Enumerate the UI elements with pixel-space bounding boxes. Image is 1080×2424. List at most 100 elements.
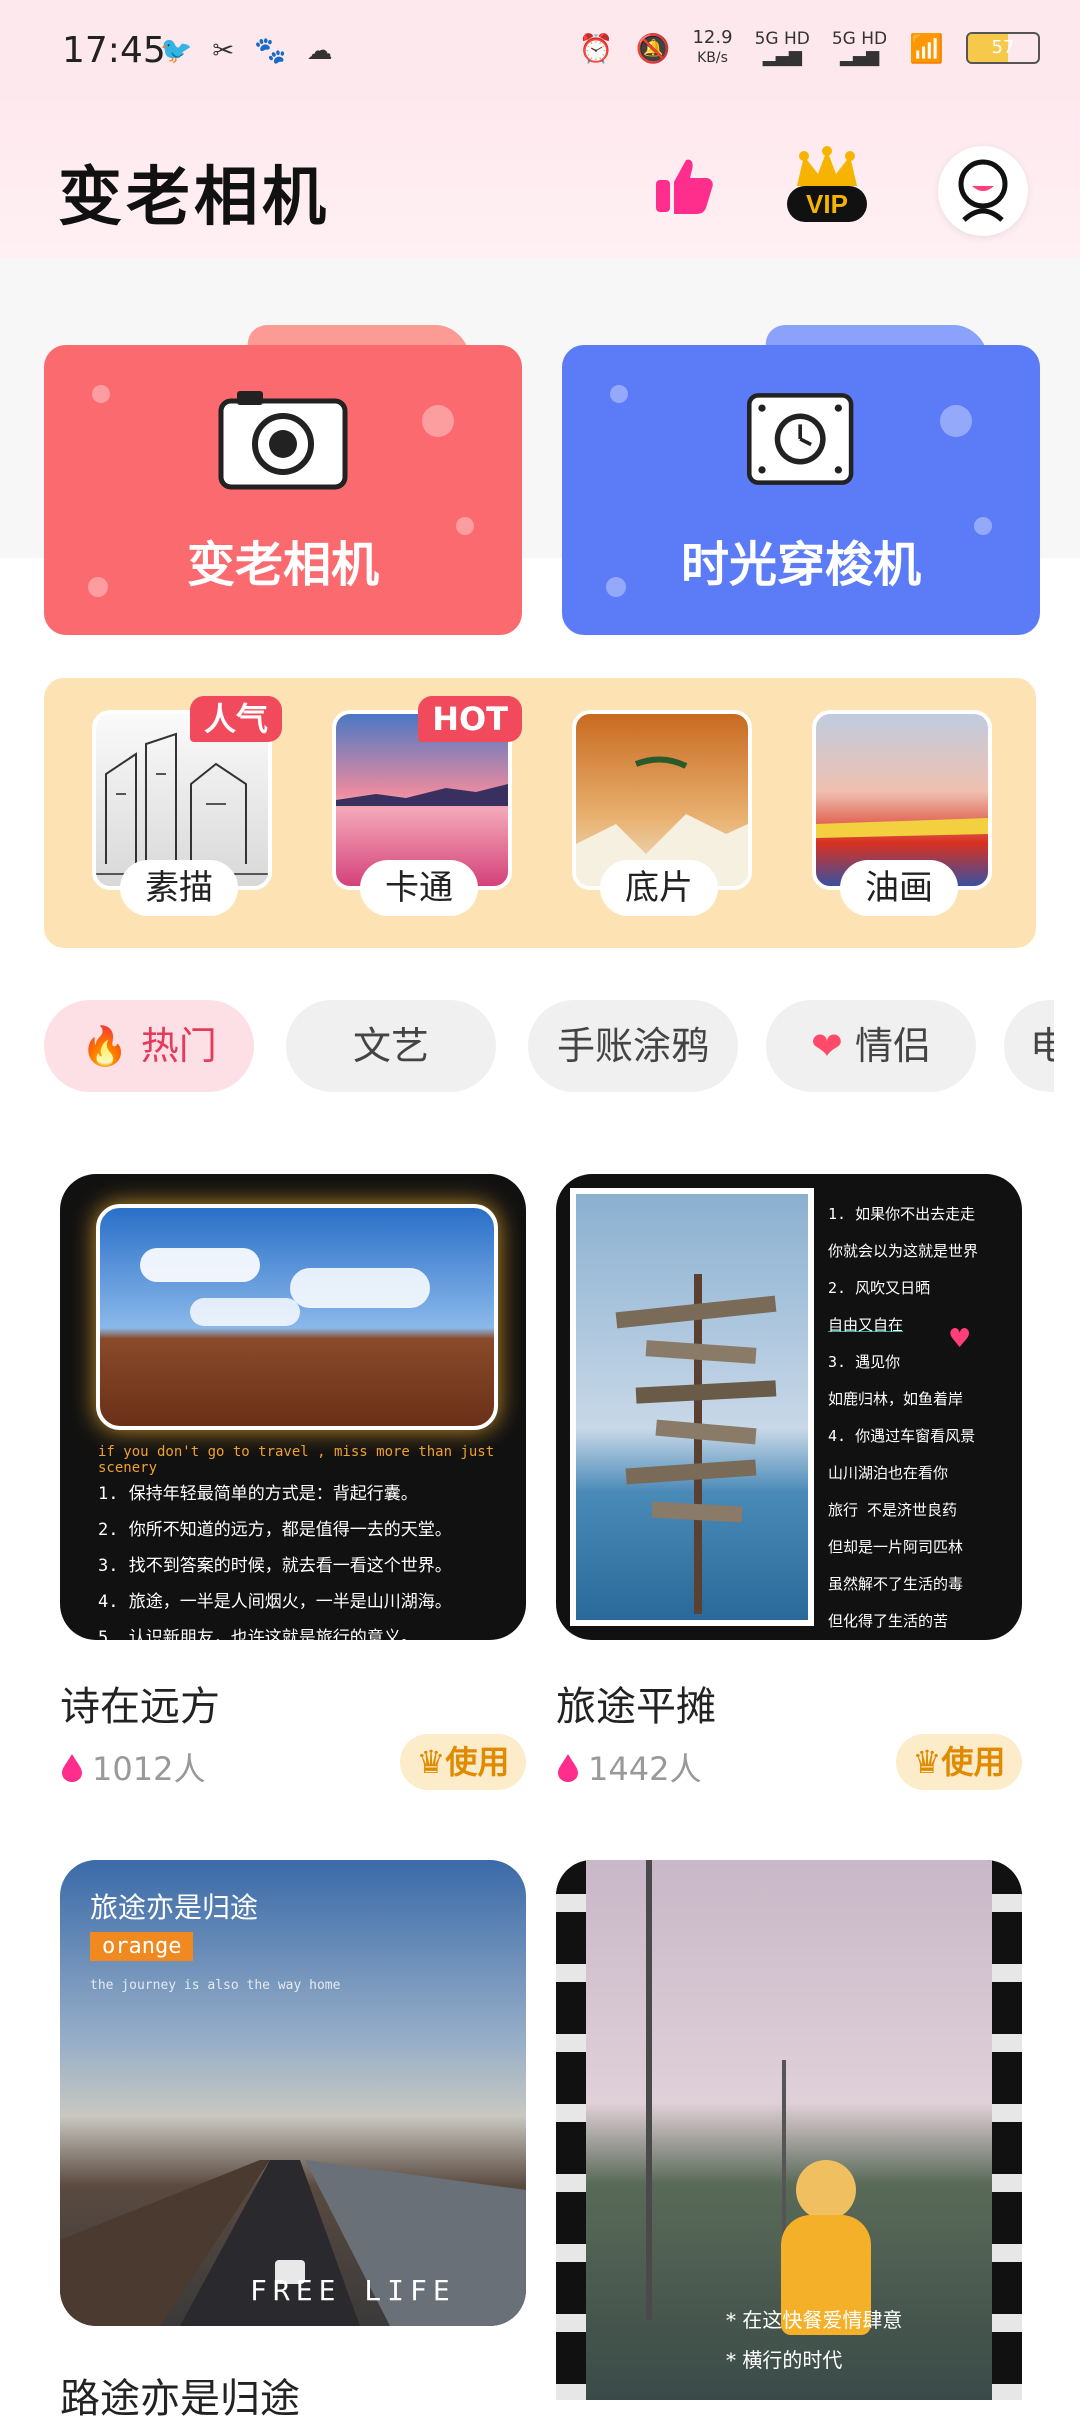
tab-label: 文艺 <box>352 1024 429 1068</box>
flame-drop-icon <box>558 1754 578 1782</box>
tab-literary[interactable]: 文艺 <box>286 1000 496 1092</box>
fire-icon: 🔥 <box>81 1024 129 1068</box>
filter-label: 油画 <box>840 860 958 916</box>
tab-label: 情侣 <box>854 1024 931 1068</box>
template-title: 诗在远方 <box>60 1684 220 1730</box>
usage-count: 1012人 <box>60 1744 205 1790</box>
camera-icon <box>218 391 348 490</box>
caption: if you don't go to travel , miss more th… <box>98 1444 495 1476</box>
signal-1: 5G HD ▂▄▆ <box>754 29 810 67</box>
template-card[interactable]: 1. 如果你不出去走走 你就会以为这就是世界 2. 风吹又日晒 自由又自在 3.… <box>556 1174 1022 1814</box>
status-time: 17:45 <box>62 30 166 71</box>
filter-badge: 人气 <box>189 696 282 742</box>
highway-illustration <box>60 2160 526 2326</box>
quote-lines: * 在这快餐爱情肆意 * 横行的时代 <box>726 2300 902 2380</box>
thumbs-up-icon <box>656 159 713 214</box>
use-button[interactable]: ♛使用 <box>896 1734 1022 1790</box>
decor-dot <box>610 385 628 403</box>
network-speed: 12.9 KB/s <box>692 28 732 68</box>
template-title: 旅途平摊 <box>556 1684 716 1730</box>
filter-label: 卡通 <box>360 860 478 916</box>
quote-lines: 1. 保持年轻最简单的方式是：背起行囊。 2. 你所不知道的远方，都是值得一去的… <box>98 1476 452 1640</box>
use-button[interactable]: ♛使用 <box>400 1734 526 1790</box>
feature-label: 变老相机 <box>186 537 379 593</box>
sky-photo <box>96 1204 498 1430</box>
filter-label: 底片 <box>600 860 718 916</box>
quote-line: 1. 如果你不出去走走 <box>828 1205 976 1223</box>
decor-dot <box>422 405 454 437</box>
wifi-icon: 📶 <box>909 31 944 65</box>
tab-hot[interactable]: 🔥 热门 <box>44 1000 254 1092</box>
film-strip-right <box>992 1860 1022 2400</box>
cloud-icon: ☁ <box>306 36 333 66</box>
signpost-photo <box>570 1188 814 1626</box>
template-image: 旅途亦是归途 orange the journey is also the wa… <box>60 1860 526 2326</box>
template-card[interactable]: * 在这快餐爱情肆意 * 横行的时代 <box>556 1860 1022 2400</box>
template-image: if you don't go to travel , miss more th… <box>60 1174 526 1640</box>
profile-avatar-button[interactable] <box>938 146 1028 236</box>
quote-line: 如鹿归林，如鱼着岸 <box>828 1390 964 1408</box>
quote-line: 5. 认识新朋友，也许这就是旅行的意义。 <box>98 1628 418 1640</box>
tab-label: 手账涂鸦 <box>556 1024 709 1068</box>
template-card[interactable]: if you don't go to travel , miss more th… <box>60 1174 526 1814</box>
use-button-label: 使用 <box>445 1743 510 1781</box>
like-button[interactable] <box>652 154 716 218</box>
usage-count: 1442人 <box>556 1744 701 1790</box>
feature-label: 时光穿梭机 <box>680 537 921 593</box>
decor-dot <box>92 385 110 403</box>
use-button-label: 使用 <box>941 1743 1006 1781</box>
template-card[interactable]: 旅途亦是归途 orange the journey is also the wa… <box>60 1860 526 2422</box>
signal-1-label: 5G HD <box>754 29 810 49</box>
feature-aging-camera[interactable]: 变老相机 <box>44 305 522 635</box>
quote-line: 山川湖泊也在看你 <box>828 1464 949 1482</box>
quote-line: * 在这快餐爱情肆意 <box>726 2308 903 2332</box>
quote-line: 旅行 不是济世良药 <box>828 1501 958 1519</box>
decor-dot <box>940 405 972 437</box>
template-image: 1. 如果你不出去走走 你就会以为这就是世界 2. 风吹又日晒 自由又自在 3.… <box>556 1174 1022 1640</box>
signal-2-label: 5G HD <box>831 29 888 49</box>
film-strip-left <box>556 1860 586 2400</box>
tab-journal-doodle[interactable]: 手账涂鸦 <box>528 1000 738 1092</box>
filter-cartoon[interactable]: HOT 卡通 <box>332 696 522 916</box>
style-filter-panel: 人气 素描 HOT 卡通 底片 油画 <box>44 678 1036 948</box>
template-title: 路途亦是归途 <box>60 2376 300 2422</box>
bird-icon: 🐦 <box>160 36 193 66</box>
filter-sketch[interactable]: 人气 素描 <box>92 696 282 916</box>
speed-value: 12.9 <box>692 27 733 48</box>
battery-level: 57 <box>991 37 1015 58</box>
tab-couple[interactable]: ❤ 情侣 <box>766 1000 976 1092</box>
speed-unit: KB/s <box>697 50 728 66</box>
hearts-icon: ❤ <box>811 1024 843 1068</box>
filter-label: 素描 <box>120 860 238 916</box>
quote-line: 虽然解不了生活的毒 <box>828 1575 964 1593</box>
face-icon <box>958 159 1008 222</box>
quote-line: 3. 找不到答案的时候，就去看一看这个世界。 <box>98 1556 452 1576</box>
feature-time-machine[interactable]: 时光穿梭机 <box>562 305 1040 635</box>
quote-line: 2. 你所不知道的远方，都是值得一去的天堂。 <box>98 1520 452 1540</box>
crown-icon: ♛ <box>416 1743 446 1781</box>
status-bar: 17:45 🐦 ✂ 🐾 ☁ ⏰ 🔕 12.9 KB/s 5G HD ▂▄▆ 5G … <box>0 0 1080 88</box>
capcut-icon: ✂ <box>212 36 235 66</box>
filter-negative[interactable]: 底片 <box>572 710 752 916</box>
vip-crown-icon: VIP <box>787 146 867 222</box>
usage-count-label: 1012人 <box>92 1750 206 1788</box>
app-title: 变老相机 <box>58 160 330 235</box>
usage-count-label: 1442人 <box>588 1750 702 1788</box>
filter-badge: HOT <box>418 696 522 742</box>
header: 变老相机 VIP <box>0 88 1080 258</box>
vip-button[interactable]: VIP <box>782 146 872 230</box>
tab-label: 热门 <box>140 1024 217 1068</box>
status-right: ⏰ 🔕 12.9 KB/s 5G HD ▂▄▆ 5G HD ▂▄▆ 📶 57 <box>579 28 1040 68</box>
filter-oil-painting[interactable]: 油画 <box>812 710 992 916</box>
quote-lines: 1. 如果你不出去走走 你就会以为这就是世界 2. 风吹又日晒 自由又自在 3.… <box>828 1196 978 1640</box>
quote-line: 4. 你遇过车窗看风景 <box>828 1427 976 1445</box>
svg-text:VIP: VIP <box>806 189 848 219</box>
baidu-paw-icon: 🐾 <box>254 36 287 66</box>
template-image: * 在这快餐爱情肆意 * 横行的时代 <box>556 1860 1022 2400</box>
quote-line: 但却是一片阿司匹林 <box>828 1538 964 1556</box>
quote-line: 但化得了生活的苦 <box>828 1612 949 1630</box>
tab-next[interactable]: 电 <box>1004 1000 1054 1092</box>
category-tabs: 🔥 热门 文艺 手账涂鸦 ❤ 情侣 电 <box>44 1000 1054 1100</box>
mute-bell-icon: 🔕 <box>635 31 671 65</box>
clock-camera-icon <box>747 393 854 485</box>
